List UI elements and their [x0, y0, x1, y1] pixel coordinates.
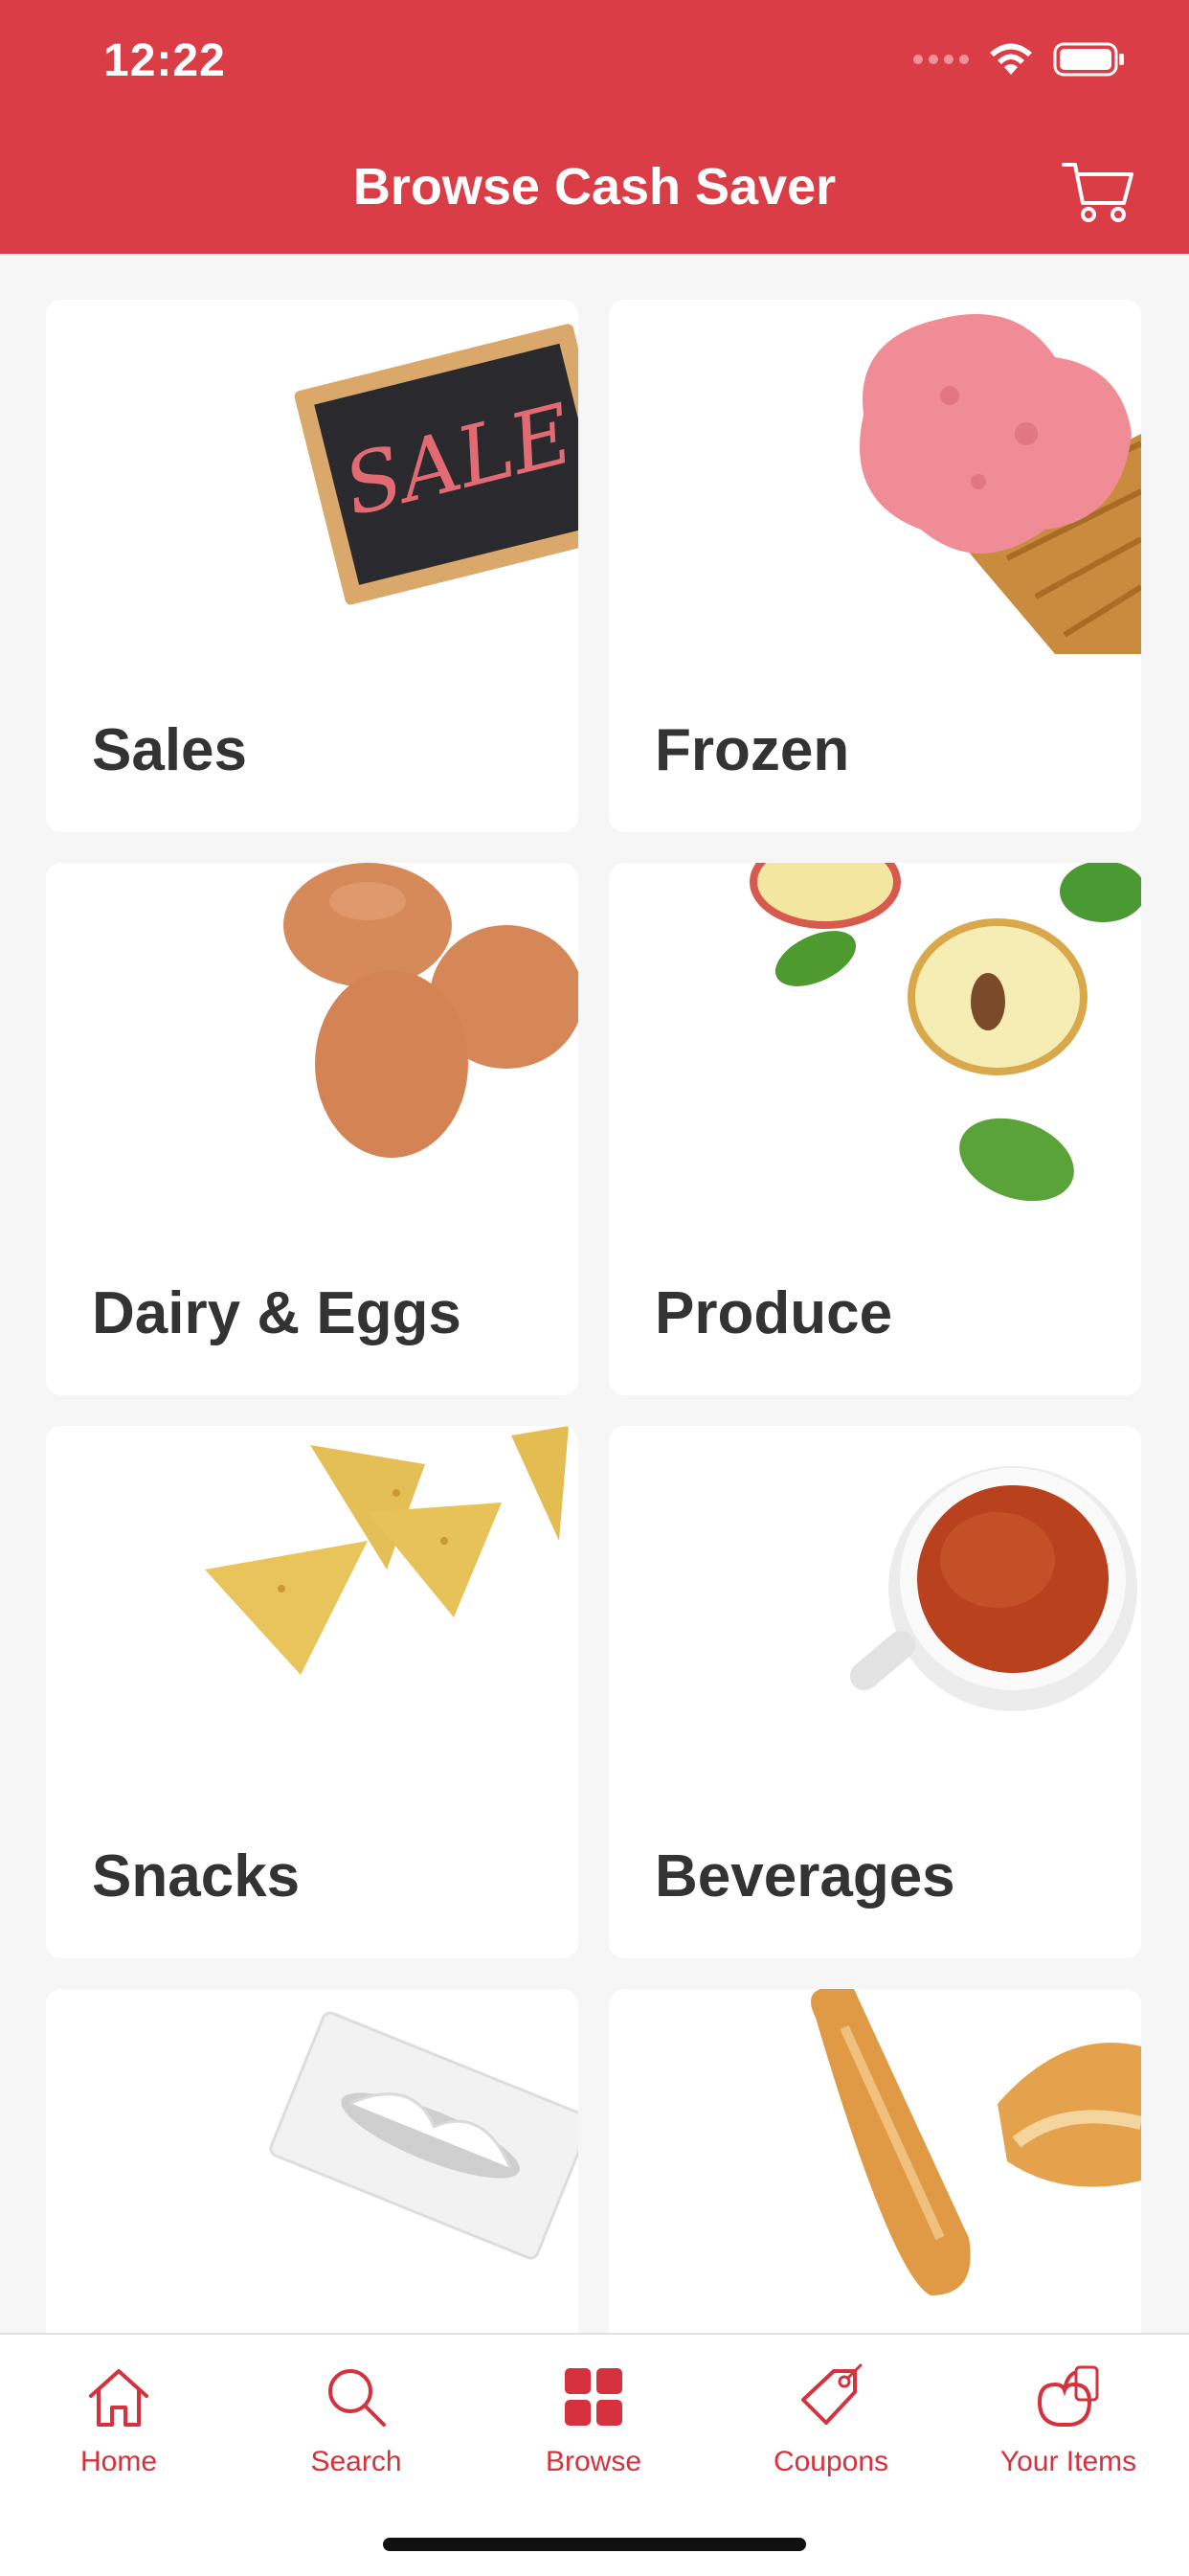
- tortilla-chips-image: [205, 1426, 569, 1675]
- tab-coupons[interactable]: Coupons: [712, 2358, 950, 2478]
- category-label: Dairy & Eggs: [92, 1280, 461, 1346]
- eggs-image: [283, 863, 578, 1158]
- wifi-icon: [990, 43, 1032, 75]
- home-indicator[interactable]: [383, 2538, 806, 2551]
- grid-icon: [565, 2368, 622, 2426]
- tissue-box-image: [269, 2011, 578, 2260]
- cart-icon[interactable]: [1061, 159, 1135, 224]
- tab-browse[interactable]: Browse: [475, 2358, 712, 2478]
- basket-icon: [1037, 2365, 1099, 2427]
- category-label: Beverages: [655, 1843, 955, 1909]
- category-card-beverages[interactable]: Beverages: [609, 1426, 1141, 1958]
- tab-label: Coupons: [773, 2446, 889, 2477]
- status-time: 12:22: [103, 35, 226, 86]
- category-card-frozen[interactable]: Frozen: [609, 300, 1141, 832]
- category-label: Snacks: [92, 1843, 301, 1909]
- category-card-sales[interactable]: SALE Sales: [46, 300, 578, 832]
- ice-cream-image: [860, 314, 1141, 654]
- baguette-image: [811, 1989, 1141, 2295]
- tab-label: Browse: [545, 2446, 642, 2477]
- tag-icon: [801, 2363, 863, 2425]
- tab-label: Home: [79, 2446, 158, 2477]
- app-header: 12:22 Browse Cash Saver: [0, 0, 1189, 254]
- category-card-snacks[interactable]: Snacks: [46, 1426, 578, 1958]
- tab-label: Search: [310, 2446, 402, 2477]
- home-icon: [89, 2369, 148, 2427]
- battery-icon: [1053, 42, 1124, 77]
- tab-search[interactable]: Search: [237, 2358, 475, 2478]
- sale-sign-image: SALE: [294, 324, 578, 605]
- tab-label: Your Items: [999, 2446, 1137, 2477]
- category-label: Sales: [92, 717, 248, 783]
- apples-image: [750, 863, 1141, 1202]
- search-icon: [328, 2369, 386, 2427]
- page-title: Browse Cash Saver: [352, 158, 837, 215]
- tab-home[interactable]: Home: [0, 2358, 237, 2478]
- cellular-signal-icon: [913, 55, 969, 64]
- category-label: Frozen: [655, 717, 850, 783]
- category-card-produce[interactable]: Produce: [609, 863, 1141, 1395]
- tab-your-items[interactable]: Your Items: [950, 2358, 1187, 2478]
- tea-cup-image: [849, 1466, 1137, 1711]
- category-card-dairy-eggs[interactable]: Dairy & Eggs: [46, 863, 578, 1395]
- category-label: Produce: [655, 1280, 893, 1346]
- status-indicators: [913, 42, 1126, 77]
